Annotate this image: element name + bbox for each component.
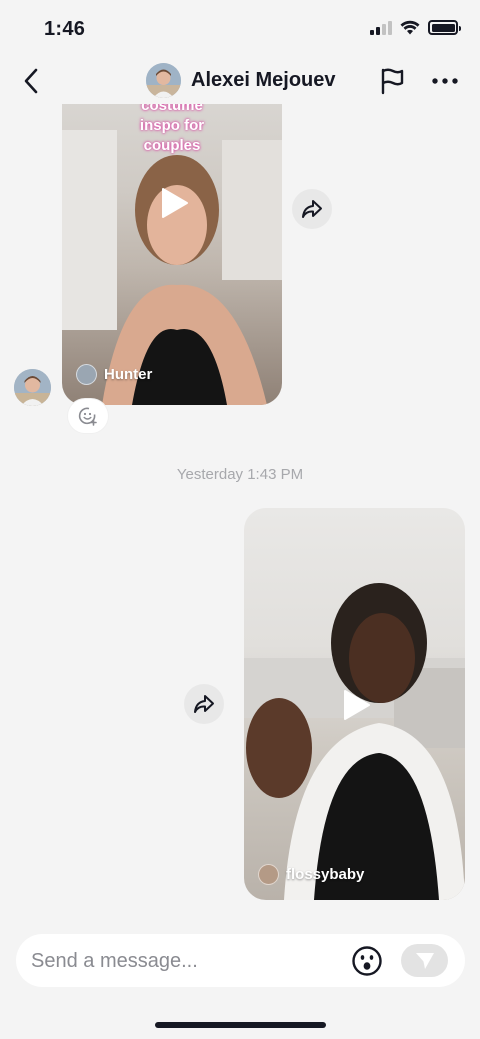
battery-icon <box>428 20 461 35</box>
video-author: flossybaby <box>258 864 364 885</box>
video-caption: costume inspo for couples <box>62 104 282 156</box>
home-indicator <box>155 1022 326 1028</box>
message-timestamp: Yesterday 1:43 PM <box>176 466 304 483</box>
video-author: Hunter <box>76 364 152 385</box>
share-button[interactable] <box>292 189 332 229</box>
share-arrow-icon <box>194 695 214 713</box>
author-avatar <box>76 364 97 385</box>
contact-info[interactable]: Alexei Mejouev <box>146 63 336 98</box>
chevron-left-icon <box>24 68 38 94</box>
status-time: 1:46 <box>44 18 86 40</box>
message-composer <box>16 934 465 987</box>
author-avatar <box>258 864 279 885</box>
caption-line: inspo for <box>139 117 205 134</box>
add-reaction-button[interactable] <box>68 399 108 433</box>
add-reaction-icon <box>78 407 97 426</box>
author-name: Hunter <box>104 366 153 383</box>
more-horizontal-icon <box>432 78 458 84</box>
chat-screen: 1:46 Alexei Mejouev costume inspo for co… <box>0 0 480 1039</box>
status-icons <box>370 20 461 35</box>
shared-video-message[interactable]: costume inspo for couples Hunter <box>62 104 282 405</box>
send-button[interactable] <box>401 944 448 977</box>
caption-line: couples <box>143 137 201 154</box>
cellular-signal-icon <box>370 20 392 35</box>
emoji-icon[interactable] <box>351 945 383 977</box>
chat-header: Alexei Mejouev <box>0 58 480 104</box>
more-options-button[interactable] <box>428 64 462 98</box>
send-icon <box>415 952 434 969</box>
play-icon <box>162 188 188 218</box>
play-icon <box>344 690 370 720</box>
message-list[interactable]: costume inspo for couples Hunter Yesterd… <box>0 104 480 930</box>
message-input[interactable] <box>31 946 331 976</box>
sender-avatar[interactable] <box>14 369 51 406</box>
back-button[interactable] <box>14 64 48 98</box>
contact-name: Alexei Mejouev <box>191 69 336 91</box>
shared-video-message[interactable]: flossybaby <box>244 508 465 900</box>
status-bar: 1:46 <box>0 0 480 58</box>
wifi-icon <box>400 20 420 35</box>
share-button[interactable] <box>184 684 224 724</box>
caption-line: costume <box>141 104 203 114</box>
report-flag-button[interactable] <box>375 64 409 98</box>
author-name: flossybaby <box>286 866 365 883</box>
share-arrow-icon <box>302 200 322 218</box>
flag-icon <box>381 68 404 95</box>
contact-avatar[interactable] <box>146 63 181 98</box>
